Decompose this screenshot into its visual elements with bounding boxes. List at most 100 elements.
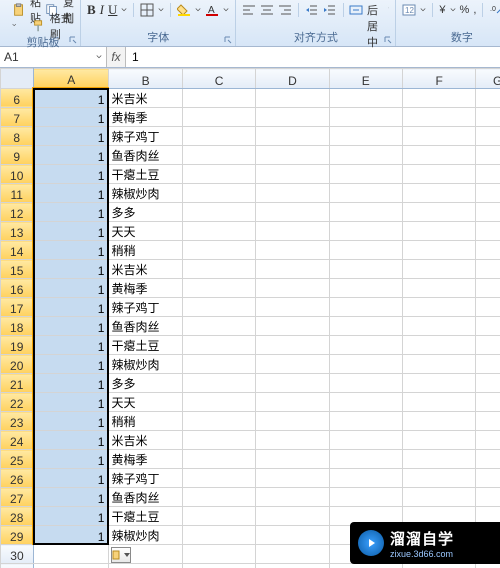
cell[interactable]	[329, 88, 402, 108]
cell[interactable]	[476, 431, 500, 450]
cell[interactable]	[329, 165, 402, 184]
cell[interactable]	[329, 355, 402, 374]
row-header[interactable]: 22	[1, 393, 34, 412]
spreadsheet-grid[interactable]: ABCDEFG61米吉米71黄梅季81辣子鸡丁91鱼香肉丝101干瘪土豆111辣…	[0, 68, 500, 568]
cell[interactable]: 1	[33, 241, 109, 260]
row-header[interactable]: 9	[1, 146, 34, 165]
cell[interactable]: 多多	[109, 374, 182, 393]
cell[interactable]: 天天	[109, 393, 182, 412]
cell[interactable]	[476, 241, 500, 260]
cell[interactable]	[476, 222, 500, 241]
cell[interactable]	[329, 203, 402, 222]
cell[interactable]	[329, 393, 402, 412]
cell[interactable]: 多多	[109, 203, 182, 222]
cell[interactable]	[402, 298, 475, 317]
cell[interactable]	[402, 108, 475, 127]
column-header-B[interactable]: B	[109, 69, 182, 89]
cell[interactable]	[329, 431, 402, 450]
cell[interactable]	[109, 564, 182, 568]
cell[interactable]	[256, 545, 329, 564]
cell[interactable]	[329, 241, 402, 260]
cell[interactable]	[476, 564, 500, 568]
cell[interactable]: 1	[33, 203, 109, 222]
cell[interactable]	[182, 146, 255, 165]
increase-decimal-icon[interactable]: .0	[489, 3, 500, 17]
cell[interactable]	[33, 545, 109, 564]
row-header[interactable]: 25	[1, 450, 34, 469]
cell[interactable]	[256, 298, 329, 317]
cell[interactable]	[402, 317, 475, 336]
row-header[interactable]: 16	[1, 279, 34, 298]
cell[interactable]	[256, 222, 329, 241]
row-header[interactable]: 23	[1, 412, 34, 431]
cell[interactable]	[329, 412, 402, 431]
cell[interactable]	[256, 355, 329, 374]
cell[interactable]	[402, 165, 475, 184]
cell[interactable]: 1	[33, 469, 109, 488]
cell[interactable]	[476, 355, 500, 374]
row-header[interactable]: 17	[1, 298, 34, 317]
dialog-launcher-icon[interactable]	[223, 35, 233, 45]
cell[interactable]: 1	[33, 393, 109, 412]
comma-button[interactable]: ,	[473, 4, 476, 16]
row-header[interactable]: 29	[1, 526, 34, 545]
cell[interactable]	[476, 298, 500, 317]
cell[interactable]	[182, 507, 255, 526]
cell[interactable]	[329, 108, 402, 127]
cell[interactable]	[256, 279, 329, 298]
cell[interactable]: 1	[33, 165, 109, 184]
cell[interactable]	[476, 450, 500, 469]
align-left-icon[interactable]	[242, 3, 256, 17]
cell[interactable]	[182, 564, 255, 568]
cell[interactable]	[402, 146, 475, 165]
column-header-G[interactable]: G	[476, 69, 500, 89]
cell[interactable]: 1	[33, 526, 109, 545]
cell[interactable]	[402, 450, 475, 469]
currency-button[interactable]: ¥	[439, 4, 445, 16]
cell[interactable]	[329, 127, 402, 146]
formula-input[interactable]: 1	[126, 47, 500, 67]
cell[interactable]	[402, 412, 475, 431]
cell[interactable]	[256, 241, 329, 260]
cell[interactable]	[182, 108, 255, 127]
cell[interactable]: 干瘪土豆	[109, 336, 182, 355]
cell[interactable]	[182, 127, 255, 146]
cell[interactable]	[256, 88, 329, 108]
cell[interactable]: 干瘪土豆	[109, 507, 182, 526]
cell[interactable]	[182, 469, 255, 488]
cell[interactable]: 1	[33, 146, 109, 165]
cell[interactable]	[329, 374, 402, 393]
column-header-D[interactable]: D	[256, 69, 329, 89]
cell[interactable]	[476, 469, 500, 488]
cell[interactable]	[256, 564, 329, 568]
cell[interactable]	[476, 412, 500, 431]
cell[interactable]	[476, 184, 500, 203]
cell[interactable]	[402, 222, 475, 241]
underline-button[interactable]: U	[108, 2, 117, 18]
cell[interactable]	[256, 317, 329, 336]
paste-options-button[interactable]	[111, 547, 131, 563]
cell[interactable]	[182, 222, 255, 241]
cell[interactable]: 1	[33, 108, 109, 127]
cell[interactable]: 辣子鸡丁	[109, 469, 182, 488]
cell[interactable]	[402, 203, 475, 222]
align-right-icon[interactable]	[278, 3, 292, 17]
row-header[interactable]: 21	[1, 374, 34, 393]
cell[interactable]	[329, 146, 402, 165]
row-header[interactable]: 28	[1, 507, 34, 526]
cell[interactable]	[256, 507, 329, 526]
cell[interactable]	[329, 279, 402, 298]
cell[interactable]: 黄梅季	[109, 108, 182, 127]
cell[interactable]	[402, 127, 475, 146]
cell[interactable]	[402, 431, 475, 450]
align-center-icon[interactable]	[260, 3, 274, 17]
cell[interactable]: 稍稍	[109, 412, 182, 431]
cell[interactable]	[329, 222, 402, 241]
row-header[interactable]: 15	[1, 260, 34, 279]
cell[interactable]	[329, 260, 402, 279]
cell[interactable]	[256, 393, 329, 412]
cell[interactable]	[182, 317, 255, 336]
cell[interactable]	[182, 488, 255, 507]
cell[interactable]	[182, 279, 255, 298]
cell[interactable]	[402, 260, 475, 279]
